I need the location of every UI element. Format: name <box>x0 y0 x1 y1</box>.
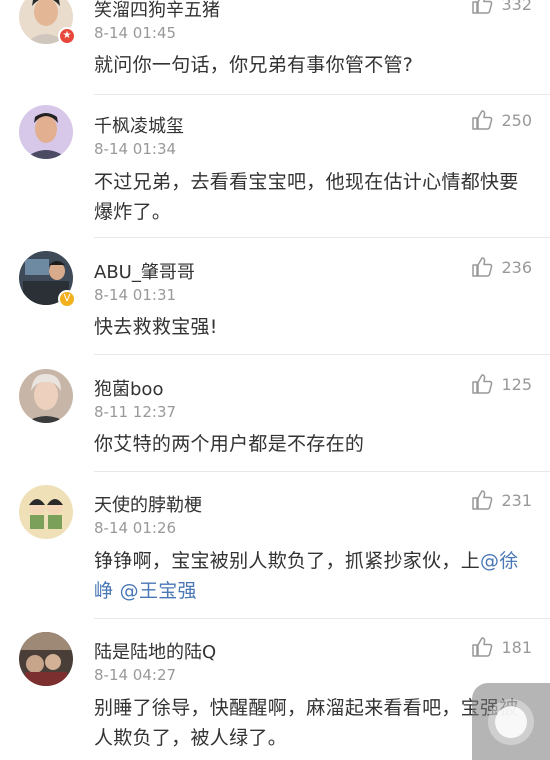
comment-text-line: 人欺负了，被人绿了。 <box>94 727 288 749</box>
thumbs-up-icon <box>472 374 493 394</box>
avatar-image <box>19 632 73 686</box>
like-button[interactable]: 125 <box>472 374 532 394</box>
avatar-image <box>19 369 73 423</box>
like-button[interactable]: 181 <box>472 637 532 657</box>
divider <box>94 354 550 355</box>
like-count: 125 <box>501 374 532 394</box>
comment-username[interactable]: 笑溜四狗辛五猪 <box>94 0 220 22</box>
comment-text: 铮铮啊，宝宝被别人欺负了，抓紧抄家伙，上@徐峥 @王宝强 <box>94 546 534 606</box>
like-button[interactable]: 231 <box>472 490 532 510</box>
thumbs-up-icon <box>472 637 493 657</box>
avatar-image <box>19 485 73 539</box>
comment-username[interactable]: 天使的脖勒梗 <box>94 491 202 517</box>
divider <box>94 618 550 619</box>
like-button[interactable]: 332 <box>472 0 532 14</box>
comment-text: 你艾特的两个用户都是不存在的 <box>94 433 365 455</box>
comment-username[interactable]: ABU_肇哥哥 <box>94 258 195 284</box>
like-button[interactable]: 250 <box>472 110 532 130</box>
comment-timestamp: 8-14 04:27 <box>94 666 177 684</box>
assistive-touch-icon[interactable] <box>472 683 550 760</box>
avatar[interactable] <box>19 105 73 159</box>
thumbs-up-icon <box>472 490 493 510</box>
divider <box>94 471 550 472</box>
verified-badge-icon: V <box>58 290 76 308</box>
comment-username[interactable]: 千枫凌城玺 <box>94 112 184 138</box>
divider <box>94 94 550 95</box>
avatar[interactable] <box>19 485 73 539</box>
comment-text: 快去救救宝强! <box>94 316 218 338</box>
comment-text-body: 铮铮啊，宝宝被别人欺负了，抓紧抄家伙，上 <box>94 550 481 572</box>
comment-timestamp: 8-14 01:31 <box>94 286 177 304</box>
comment-username[interactable]: 狍菌boo <box>94 375 163 401</box>
comment-username[interactable]: 陆是陆地的陆Q <box>94 638 216 664</box>
divider <box>94 237 550 238</box>
comment-timestamp: 8-14 01:26 <box>94 519 177 537</box>
like-button[interactable]: 236 <box>472 257 532 277</box>
comment-text-line: 别睡了徐导，快醒醒啊，麻溜起来看看吧，宝强被 <box>94 697 519 719</box>
like-count: 231 <box>501 490 532 510</box>
thumbs-up-icon <box>472 257 493 277</box>
comment-text-line: 爆炸了。 <box>94 201 172 223</box>
like-count: 332 <box>501 0 532 14</box>
vip-badge-icon: ★ <box>58 27 76 45</box>
like-count: 250 <box>501 110 532 130</box>
comment-text: 就问你一句话，你兄弟有事你管不管? <box>94 54 414 76</box>
mention-link[interactable]: @王宝强 <box>120 580 197 602</box>
comment-text: 别睡了徐导，快醒醒啊，麻溜起来看看吧，宝强被 人欺负了，被人绿了。 <box>94 693 534 753</box>
comment-timestamp: 8-14 01:45 <box>94 24 177 42</box>
comment-text: 不过兄弟，去看看宝宝吧，他现在估计心情都快要 爆炸了。 <box>94 167 534 227</box>
comment-text-line: 不过兄弟，去看看宝宝吧，他现在估计心情都快要 <box>94 171 519 193</box>
assistive-touch-dot <box>495 706 527 738</box>
avatar[interactable] <box>19 369 73 423</box>
thumbs-up-icon <box>472 110 493 130</box>
like-count: 181 <box>501 637 532 657</box>
thumbs-up-icon <box>472 0 493 14</box>
avatar[interactable] <box>19 632 73 686</box>
like-count: 236 <box>501 257 532 277</box>
comment-timestamp: 8-11 12:37 <box>94 403 177 421</box>
avatar-image <box>19 105 73 159</box>
comment-timestamp: 8-14 01:34 <box>94 140 177 158</box>
